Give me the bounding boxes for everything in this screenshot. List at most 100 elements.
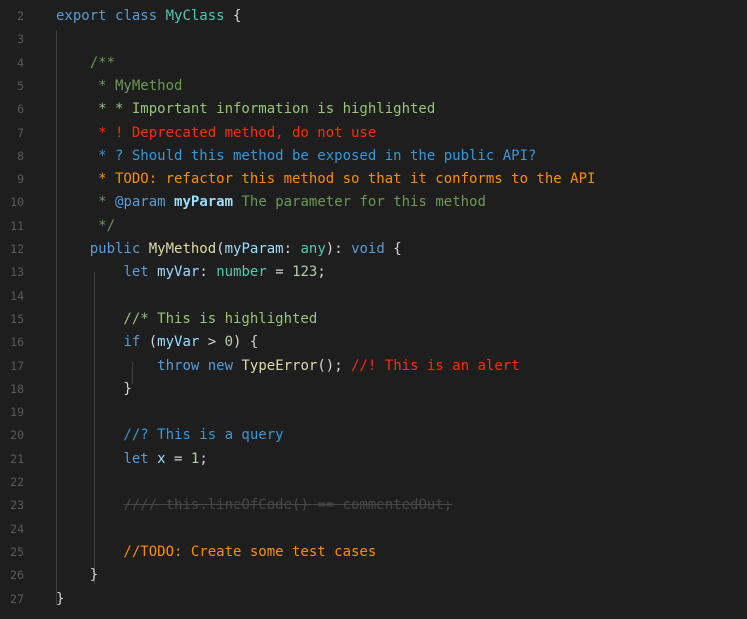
code-token: ; (199, 450, 208, 467)
code-text: let myVar: number = 123; (56, 261, 326, 284)
code-token: ) { (233, 334, 259, 351)
code-line[interactable]: 14 (0, 285, 747, 308)
code-token: * * Important information is highlighted (56, 101, 436, 118)
code-line[interactable]: 21 let x = 1; (0, 448, 747, 471)
code-text: } (56, 564, 98, 587)
code-token: class (115, 8, 166, 24)
code-token: if (123, 334, 141, 351)
code-line[interactable]: 20 //? This is a query (0, 424, 747, 447)
code-text: * TODO: refactor this method so that it … (56, 168, 595, 191)
code-text: let x = 1; (56, 448, 208, 471)
code-token: let (123, 264, 149, 281)
line-number: 3 (17, 32, 24, 47)
code-token: void (351, 241, 385, 257)
code-token: The parameter for this method (233, 194, 486, 211)
code-token: MyMethod (148, 241, 217, 257)
code-token: /** (56, 54, 116, 71)
line-number: 10 (10, 195, 24, 210)
code-token: //! This is an alert (351, 357, 520, 374)
line-number: 13 (10, 265, 24, 280)
code-token: @param (115, 194, 166, 211)
code-token: //* This is highlighted (56, 310, 318, 327)
line-number: 4 (17, 55, 24, 70)
code-token: (); (317, 357, 352, 374)
code-text: * * Important information is highlighted (56, 98, 435, 121)
code-line[interactable]: 19 (0, 401, 747, 424)
code-line[interactable]: 15 //* This is highlighted (0, 308, 747, 331)
code-token: * MyMethod (56, 77, 183, 94)
code-line[interactable]: 11 */ (0, 215, 747, 238)
code-line[interactable]: 10 * @param myParam The parameter for th… (0, 191, 747, 214)
line-number: 2 (17, 9, 24, 23)
code-token: ; (317, 264, 326, 281)
code-token: TypeError (241, 357, 318, 374)
line-number: 15 (10, 311, 24, 326)
code-line[interactable]: 8 * ? Should this method be exposed in t… (0, 145, 747, 168)
code-token: number (216, 264, 267, 281)
code-token: * ? Should this method be exposed in the… (56, 147, 537, 164)
code-line[interactable]: 12 public MyMethod(myParam: any): void { (0, 238, 747, 261)
code-line[interactable]: 2 export class MyClass { (0, 5, 747, 28)
code-token: } (56, 567, 99, 584)
code-line[interactable]: 3 (0, 28, 747, 51)
code-text: * @param myParam The parameter for this … (56, 191, 486, 214)
code-line[interactable]: 16 if (myVar > 0) { (0, 331, 747, 354)
code-line[interactable]: 27} (0, 588, 747, 611)
code-token: * TODO: refactor this method so that it … (56, 171, 596, 188)
code-token: ( (216, 241, 225, 257)
code-token: 0 (224, 334, 234, 351)
code-line[interactable]: 13 let myVar: number = 123; (0, 261, 747, 284)
line-number: 24 (10, 521, 24, 536)
code-line[interactable]: 26 } (0, 564, 747, 587)
code-line[interactable]: 18 } (0, 378, 747, 401)
code-line[interactable]: 7 * ! Deprecated method, do not use (0, 122, 747, 145)
code-token: MyClass (165, 8, 225, 24)
code-token: ( (140, 334, 158, 351)
code-token: myParam (174, 194, 234, 211)
code-token: * (56, 194, 116, 211)
code-token: //TODO: Create some test cases (56, 543, 377, 560)
line-number: 9 (17, 172, 24, 187)
code-editor[interactable]: 2 export class MyClass {3 4 /** 5 * MyMetho… (0, 0, 747, 619)
code-token: 123 (292, 264, 318, 281)
code-token: myVar (157, 334, 200, 351)
code-text: //? This is a query (56, 424, 284, 447)
code-token: //? This is a query (56, 427, 284, 444)
code-token: } (56, 380, 132, 397)
code-line[interactable]: 6 * * Important information is highlight… (0, 98, 747, 121)
code-line[interactable]: 4 /** (0, 52, 747, 75)
code-token: new (207, 357, 234, 374)
code-token: myParam (224, 241, 284, 257)
code-line[interactable]: 17 throw new TypeError(); //! This is an… (0, 355, 747, 378)
line-number: 20 (10, 428, 24, 443)
line-number: 12 (10, 242, 24, 256)
code-token: let (123, 450, 149, 467)
code-text: //* This is highlighted (56, 308, 317, 331)
line-number: 17 (10, 358, 24, 373)
line-number: 5 (17, 78, 24, 93)
line-number: 18 (10, 381, 24, 396)
code-token: { (384, 241, 402, 257)
code-text: export class MyClass { (56, 5, 241, 28)
code-token: any (300, 241, 326, 257)
line-number: 25 (10, 544, 24, 559)
code-line[interactable]: 22 (0, 471, 747, 494)
line-number: 6 (17, 102, 24, 117)
code-line[interactable]: 5 * MyMethod (0, 75, 747, 98)
code-text: } (56, 588, 64, 611)
code-token: public (89, 241, 141, 257)
code-text: public MyMethod(myParam: any): void { (56, 238, 402, 261)
code-text: * ! Deprecated method, do not use (56, 122, 376, 145)
code-line[interactable]: 24 (0, 518, 747, 541)
line-number: 7 (17, 125, 24, 140)
code-token: x (157, 450, 166, 467)
code-token: * ! Deprecated method, do not use (56, 124, 377, 141)
code-line[interactable]: 9 * TODO: refactor this method so that i… (0, 168, 747, 191)
code-line[interactable]: 23 //// this.lineOfCode() == commentedOu… (0, 494, 747, 517)
code-line[interactable]: 25 //TODO: Create some test cases (0, 541, 747, 564)
